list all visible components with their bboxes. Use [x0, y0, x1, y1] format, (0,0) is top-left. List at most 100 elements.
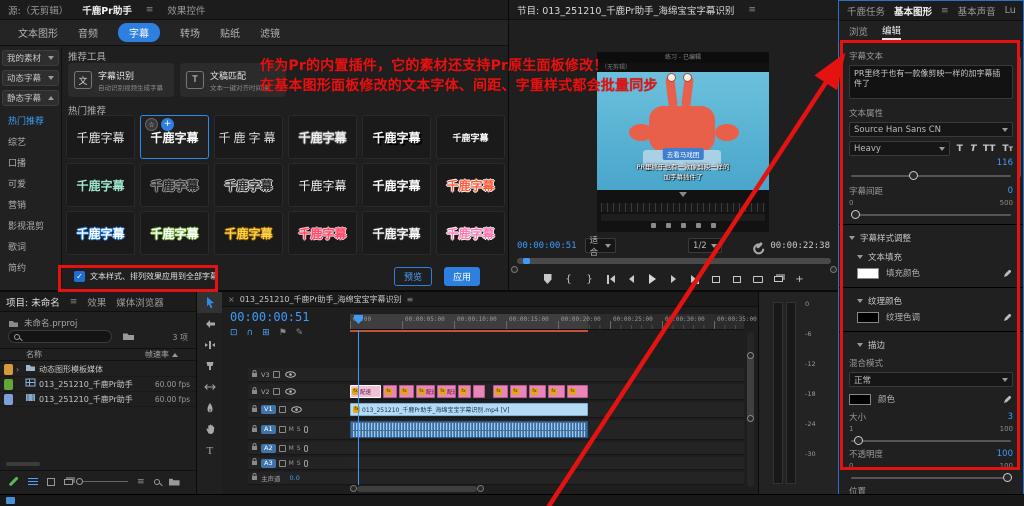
sync-lock-icon[interactable]: [278, 444, 286, 452]
expand-icon[interactable]: ›: [16, 365, 22, 374]
template-card[interactable]: 千鹿字幕: [66, 211, 135, 255]
type-tool[interactable]: T: [197, 439, 222, 460]
writable-pencil-icon[interactable]: [8, 476, 19, 487]
track-lane-V3[interactable]: [350, 368, 744, 382]
tab-effects[interactable]: 效果: [87, 295, 106, 309]
spacing-slider[interactable]: [851, 210, 1011, 219]
template-card[interactable]: 千鹿字幕: [140, 211, 209, 255]
tab-source-monitor[interactable]: 源:（无剪辑）: [8, 3, 68, 17]
nav-captions[interactable]: 字幕: [118, 23, 160, 42]
scrubber-playhead[interactable]: [523, 258, 530, 264]
spacing-value[interactable]: 0: [1008, 186, 1013, 196]
category-口播[interactable]: 口播: [2, 152, 59, 173]
play-button[interactable]: [644, 272, 661, 286]
track-lane-A3[interactable]: [350, 457, 744, 470]
template-card[interactable]: 千鹿字幕: [362, 163, 431, 207]
stroke-color-swatch[interactable]: [849, 393, 871, 405]
track-lane-A1[interactable]: [350, 420, 744, 440]
add-icon[interactable]: +: [161, 118, 174, 131]
lock-icon[interactable]: [251, 457, 258, 469]
mic-icon[interactable]: [303, 444, 308, 452]
mute-button[interactable]: M: [289, 460, 294, 467]
lock-icon[interactable]: [251, 472, 258, 484]
nav-filters[interactable]: 滤镜: [260, 25, 280, 40]
caption-text-input[interactable]: PR里终于也有一款像剪映一样的加字幕插件了: [849, 65, 1013, 99]
caption-clip[interactable]: fx: [399, 385, 414, 398]
category-影视混剪[interactable]: 影视混剪: [2, 215, 59, 236]
faux-italic-icon[interactable]: T: [969, 144, 977, 154]
track-header-A3[interactable]: A3 M S: [248, 457, 350, 470]
track-lane-主声道[interactable]: [350, 472, 744, 485]
category-营销[interactable]: 营销: [2, 194, 59, 215]
slider-knob[interactable]: [851, 210, 860, 219]
project-row[interactable]: › 动态图形模板媒体: [0, 362, 196, 377]
slider-knob[interactable]: [908, 171, 918, 180]
template-card[interactable]: 千鹿字幕: [140, 163, 209, 207]
v-scroll-handle[interactable]: [747, 415, 754, 422]
track-lane-A2[interactable]: [350, 442, 744, 455]
category-热门推荐[interactable]: 热门推荐: [2, 110, 59, 131]
close-icon[interactable]: ×: [228, 295, 235, 304]
solo-button[interactable]: S: [297, 445, 301, 452]
go-to-out-button[interactable]: [686, 272, 703, 286]
template-card[interactable]: 千鹿字幕: [288, 163, 357, 207]
freeform-view-icon[interactable]: [64, 478, 73, 485]
faux-bold-icon[interactable]: T: [957, 144, 963, 154]
solo-button[interactable]: S: [297, 426, 301, 433]
lock-icon[interactable]: [251, 424, 258, 436]
new-bin-button[interactable]: [168, 478, 180, 486]
mic-icon[interactable]: [303, 459, 308, 467]
fill-section-header[interactable]: 文本填充: [857, 251, 1013, 263]
comparison-view-button[interactable]: [770, 272, 787, 286]
resolution-select[interactable]: 1/2: [688, 238, 722, 253]
track-name[interactable]: A3: [261, 458, 276, 468]
template-card[interactable]: 千鹿字幕: [66, 163, 135, 207]
caption-recognition-card[interactable]: 文 字幕识别 自动识别视频生成字幕: [68, 63, 174, 97]
lock-icon[interactable]: [251, 404, 258, 416]
track-name[interactable]: A2: [261, 443, 276, 453]
template-card[interactable]: ☆ + 千鹿字幕: [140, 115, 209, 159]
nav-stickers[interactable]: 贴纸: [220, 25, 240, 40]
caption-clip[interactable]: fx: [510, 385, 527, 398]
track-name[interactable]: 主声道: [261, 473, 281, 483]
sort-icon[interactable]: ≡: [137, 477, 145, 487]
tab-project[interactable]: 项目: 未命名: [6, 295, 60, 309]
caption-clip[interactable]: fx: [548, 385, 565, 398]
opacity-value[interactable]: 100: [997, 449, 1013, 459]
track-lane-V1[interactable]: fx 013_251210_千鹿Pr助手_海绵宝宝字幕识别.mp4 [V]: [350, 402, 744, 418]
group-static-captions[interactable]: 静态字幕: [2, 90, 59, 106]
h-scrollbar-thumb[interactable]: [6, 462, 40, 466]
settings-wrench-icon[interactable]: [755, 242, 763, 249]
search-input[interactable]: [8, 330, 112, 343]
template-card[interactable]: 千鹿字幕: [214, 115, 283, 159]
apply-button[interactable]: 应用: [443, 267, 480, 286]
group-my-assets[interactable]: 我的素材: [2, 50, 59, 66]
caption-clip[interactable]: [473, 385, 485, 398]
stroke-size-slider[interactable]: [851, 436, 1011, 445]
slider-knob[interactable]: [854, 436, 864, 445]
template-card[interactable]: 千鹿字幕: [436, 211, 505, 255]
lock-icon[interactable]: [251, 442, 258, 454]
sync-lock-icon[interactable]: [278, 459, 286, 467]
nav-audio[interactable]: 音频: [78, 25, 98, 40]
step-forward-button[interactable]: [665, 272, 682, 286]
track-header-V1[interactable]: V1: [248, 402, 350, 418]
caption-clip[interactable]: fx配速: [437, 385, 456, 398]
v-scroll-handle[interactable]: [747, 352, 754, 359]
font-size-value[interactable]: 116: [997, 158, 1013, 168]
playhead-timecode[interactable]: 00:00:00:51: [517, 241, 577, 251]
extract-button[interactable]: [728, 272, 745, 286]
tab-essential-graphics[interactable]: 基本图形: [894, 4, 932, 18]
track-lane-V2[interactable]: fx配速fxfxfx配速来fx配速fxfxfxfxfxfx: [350, 384, 744, 400]
template-card[interactable]: 千鹿字幕: [288, 211, 357, 255]
category-简约[interactable]: 简约: [2, 257, 59, 278]
monitor-scrubber[interactable]: [517, 258, 831, 264]
tab-edit[interactable]: 编辑: [882, 21, 902, 40]
tab-lumetri[interactable]: Lu: [1005, 5, 1016, 16]
slider-knob[interactable]: [1003, 473, 1012, 482]
track-name[interactable]: V3: [261, 371, 270, 379]
add-marker-button[interactable]: [539, 272, 556, 286]
caption-clip[interactable]: fx: [493, 385, 508, 398]
stroke-section-header[interactable]: 描边: [857, 339, 1013, 351]
panel-menu-icon[interactable]: ≡: [941, 6, 949, 16]
